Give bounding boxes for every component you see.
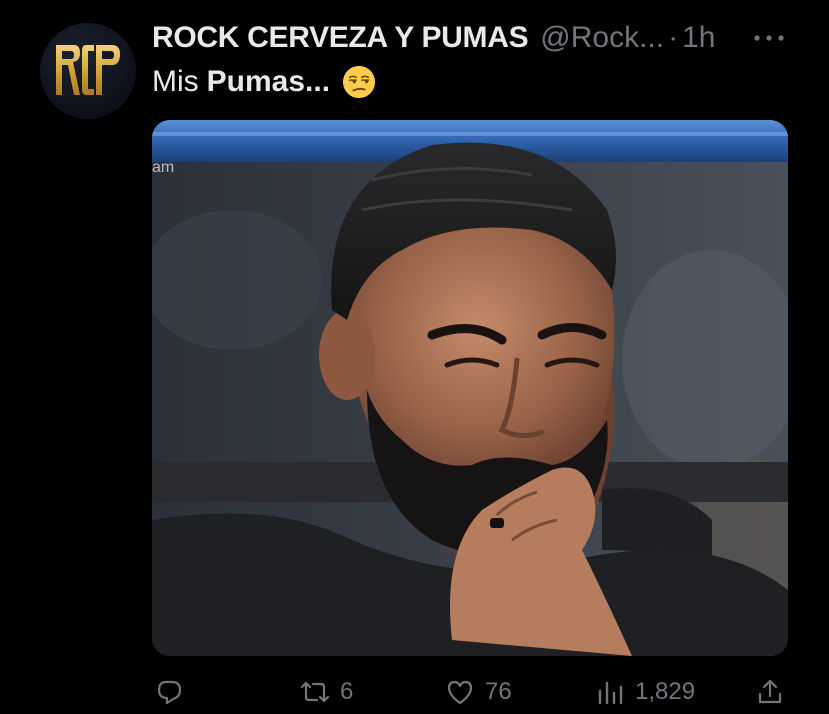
more-horizontal-icon[interactable] bbox=[752, 26, 786, 50]
view-count: 1,829 bbox=[635, 678, 696, 705]
heart-icon bbox=[447, 680, 473, 705]
unamused-face-emoji bbox=[342, 65, 376, 99]
photo-crying-man: am bbox=[152, 120, 788, 656]
share-button[interactable] bbox=[755, 672, 785, 712]
tweet-text: Mis Pumas... bbox=[152, 62, 376, 102]
retweet-icon bbox=[300, 681, 330, 703]
display-name[interactable]: ROCK CERVEZA Y PUMAS bbox=[152, 21, 529, 55]
views-chart-icon bbox=[598, 681, 623, 705]
rcp-logo bbox=[56, 45, 120, 95]
user-handle[interactable]: @Rock... bbox=[540, 21, 664, 55]
retweet-button[interactable]: 6 bbox=[300, 672, 353, 712]
retweet-count: 6 bbox=[340, 678, 354, 705]
reply-button[interactable] bbox=[154, 672, 194, 712]
like-button[interactable]: 76 bbox=[445, 672, 512, 712]
timestamp[interactable]: 1h bbox=[682, 21, 715, 55]
tweet[interactable]: ROCK CERVEZA Y PUMAS @Rock... · 1h Mis P… bbox=[0, 0, 829, 714]
like-count: 76 bbox=[485, 678, 512, 705]
separator-dot: · bbox=[668, 21, 679, 54]
tweet-actions: 6 76 1,829 bbox=[0, 672, 829, 712]
share-icon bbox=[758, 679, 782, 704]
tweet-text-prefix: Mis bbox=[152, 65, 199, 98]
avatar[interactable] bbox=[40, 23, 136, 119]
tweet-header: ROCK CERVEZA Y PUMAS @Rock... · 1h bbox=[152, 18, 715, 58]
views-button[interactable]: 1,829 bbox=[595, 672, 695, 712]
tweet-media-photo[interactable]: am bbox=[152, 120, 788, 656]
media-watermark: am bbox=[152, 159, 174, 176]
tweet-text-bold: Pumas... bbox=[206, 65, 331, 98]
reply-icon bbox=[157, 680, 182, 705]
